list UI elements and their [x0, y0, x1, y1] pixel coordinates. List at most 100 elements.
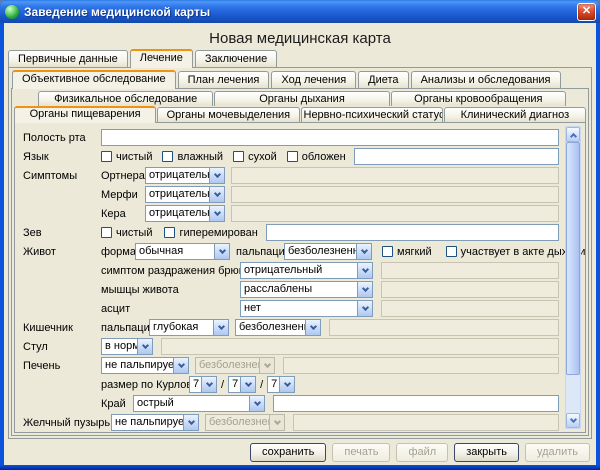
close-button[interactable]: закрыть	[454, 443, 519, 462]
chevron-down-icon[interactable]	[356, 244, 371, 259]
kehr-select[interactable]: отрицательный	[145, 205, 225, 222]
ascites-row: асцит нет	[23, 299, 559, 318]
chevron-down-icon[interactable]	[213, 320, 228, 335]
liver-edge-label: Край	[101, 398, 129, 410]
chevron-down-icon[interactable]	[357, 263, 372, 278]
chevron-down-icon[interactable]	[357, 301, 372, 316]
scrollbar-track[interactable]	[566, 142, 580, 413]
scroll-down-icon	[569, 416, 576, 423]
throat-hyperemic-checkbox[interactable]: гиперемирован	[164, 227, 257, 239]
kurlov-2-select[interactable]: 7	[228, 376, 256, 393]
chevron-down-icon[interactable]	[249, 396, 264, 411]
ortner-select[interactable]: отрицательный	[145, 167, 225, 184]
close-icon[interactable]: ✕	[577, 3, 596, 21]
throat-clean-checkbox[interactable]: чистый	[101, 227, 152, 239]
tongue-coated-checkbox[interactable]: обложен	[287, 151, 346, 163]
tab-plan-lecheniya[interactable]: План лечения	[178, 71, 270, 88]
lechenie-panel: Объективное обследование План лечения Хо…	[8, 67, 592, 439]
tab-organy-mochevydeleniya[interactable]: Органы мочевыделения	[157, 107, 299, 122]
mouth-input[interactable]	[101, 129, 559, 146]
chevron-down-icon[interactable]	[137, 339, 152, 354]
gallbladder-palpation-select[interactable]: не пальпируется	[111, 414, 199, 431]
mouth-row: Полость рта	[23, 128, 559, 147]
tab-lechenie[interactable]: Лечение	[130, 49, 193, 68]
delete-button: удалить	[525, 443, 590, 462]
tab-klinicheskij-diagnoz[interactable]: Клинический диагноз	[444, 107, 586, 122]
kurlov-1-select[interactable]: 7	[189, 376, 217, 393]
scrollbar-thumb[interactable]	[566, 142, 580, 375]
tab-organy-pishchevareniya[interactable]: Органы пищеварения	[14, 106, 156, 123]
tab-analizy[interactable]: Анализы и обследования	[411, 71, 561, 88]
liver-label: Печень	[23, 360, 101, 372]
digestive-form: Полость рта Язык чистый влажный сухой об…	[15, 123, 585, 432]
chevron-down-icon[interactable]	[279, 377, 294, 392]
liver-comment-input	[283, 357, 559, 374]
tab-pervichnye-dannye[interactable]: Первичные данные	[8, 50, 128, 67]
tab-nervno-psihicheskij-status[interactable]: Нервно-психический статус	[301, 107, 443, 122]
save-button[interactable]: сохранить	[250, 443, 326, 462]
obsledovanie-panel: Физикальное обследование Органы дыхания …	[11, 88, 589, 436]
chevron-down-icon[interactable]	[183, 415, 198, 430]
chevron-down-icon[interactable]	[240, 377, 255, 392]
app-icon	[5, 5, 19, 19]
chevron-down-icon[interactable]	[357, 282, 372, 297]
intestine-depth-select[interactable]: глубокая	[149, 319, 229, 336]
checkbox-icon	[287, 151, 298, 162]
intestine-pain-select[interactable]: безболезненная	[235, 319, 321, 336]
chevron-down-icon[interactable]	[209, 206, 224, 221]
abdomen-palpation-select[interactable]: безболезненная	[284, 243, 372, 260]
throat-row: Зев чистый гиперемирован	[23, 223, 559, 242]
abdomen-muscles-comment-input	[381, 281, 559, 298]
tab-hod-lecheniya[interactable]: Ход лечения	[271, 71, 356, 88]
abdomen-muscles-select[interactable]: расслаблены	[240, 281, 373, 298]
gallbladder-pain-select: безболезненный	[205, 414, 285, 431]
murphy-select[interactable]: отрицательный	[145, 186, 225, 203]
print-button: печать	[332, 443, 390, 462]
tab-obektivnoe-obsledovanie[interactable]: Объективное обследование	[12, 70, 176, 89]
stool-label: Стул	[23, 341, 101, 353]
tongue-input[interactable]	[354, 148, 559, 165]
checkbox-icon	[101, 227, 112, 238]
abdomen-shape-select[interactable]: обычная	[135, 243, 230, 260]
tab-organy-krovoobrashcheniya[interactable]: Органы кровообращения	[391, 91, 566, 106]
scroll-down-button[interactable]	[566, 413, 580, 428]
liver-palpation-select[interactable]: не пальпируется	[101, 357, 189, 374]
scroll-up-icon	[569, 132, 576, 139]
tongue-clean-checkbox[interactable]: чистый	[101, 151, 152, 163]
app-window: Заведение медицинской карты ✕ Новая меди…	[0, 0, 600, 470]
ascites-select[interactable]: нет	[240, 300, 373, 317]
chevron-down-icon[interactable]	[214, 244, 229, 259]
tab-zaklyuchenie[interactable]: Заключение	[195, 50, 277, 67]
abdomen-muscles-label: мышцы живота	[101, 284, 236, 296]
kurlov-3-select[interactable]: 7	[267, 376, 295, 393]
tabs-level3-row2: Органы пищеварения Органы мочевыделения …	[14, 106, 586, 122]
chevron-down-icon[interactable]	[173, 358, 188, 373]
symptom-murphy-row: Мерфи отрицательный	[23, 185, 559, 204]
tongue-dry-checkbox[interactable]: сухой	[233, 151, 277, 163]
liver-edge-select[interactable]: острый	[133, 395, 265, 412]
abdomen-shape-label: форма	[101, 246, 131, 258]
chevron-down-icon[interactable]	[209, 168, 224, 183]
vertical-scrollbar[interactable]	[565, 126, 581, 429]
symptom-kehr-row: Кера отрицательный	[23, 204, 559, 223]
scroll-up-button[interactable]	[566, 127, 580, 142]
intestine-row: Кишечник пальпация глубокая безболезненн…	[23, 318, 559, 337]
chevron-down-icon[interactable]	[305, 320, 320, 335]
throat-input[interactable]	[266, 224, 559, 241]
titlebar[interactable]: Заведение медицинской карты ✕	[0, 0, 600, 23]
liver-edge-input[interactable]	[273, 395, 559, 412]
peritoneal-select[interactable]: отрицательный	[240, 262, 373, 279]
tab-organy-dyhaniya[interactable]: Органы дыхания	[214, 91, 389, 106]
chevron-down-icon[interactable]	[201, 377, 216, 392]
tab-fizikalnoe-obsledovanie[interactable]: Физикальное обследование	[38, 91, 213, 106]
ortner-label: Ортнера	[101, 170, 141, 182]
stool-select[interactable]: в норме	[101, 338, 153, 355]
intestine-comment-input	[329, 319, 559, 336]
tab-dieta[interactable]: Диета	[358, 71, 408, 88]
window-title: Заведение медицинской карты	[24, 5, 577, 19]
checkbox-icon	[446, 246, 457, 257]
abdomen-soft-checkbox[interactable]: мягкий	[382, 246, 432, 258]
stool-row: Стул в норме	[23, 337, 559, 356]
tongue-moist-checkbox[interactable]: влажный	[162, 151, 223, 163]
chevron-down-icon[interactable]	[209, 187, 224, 202]
